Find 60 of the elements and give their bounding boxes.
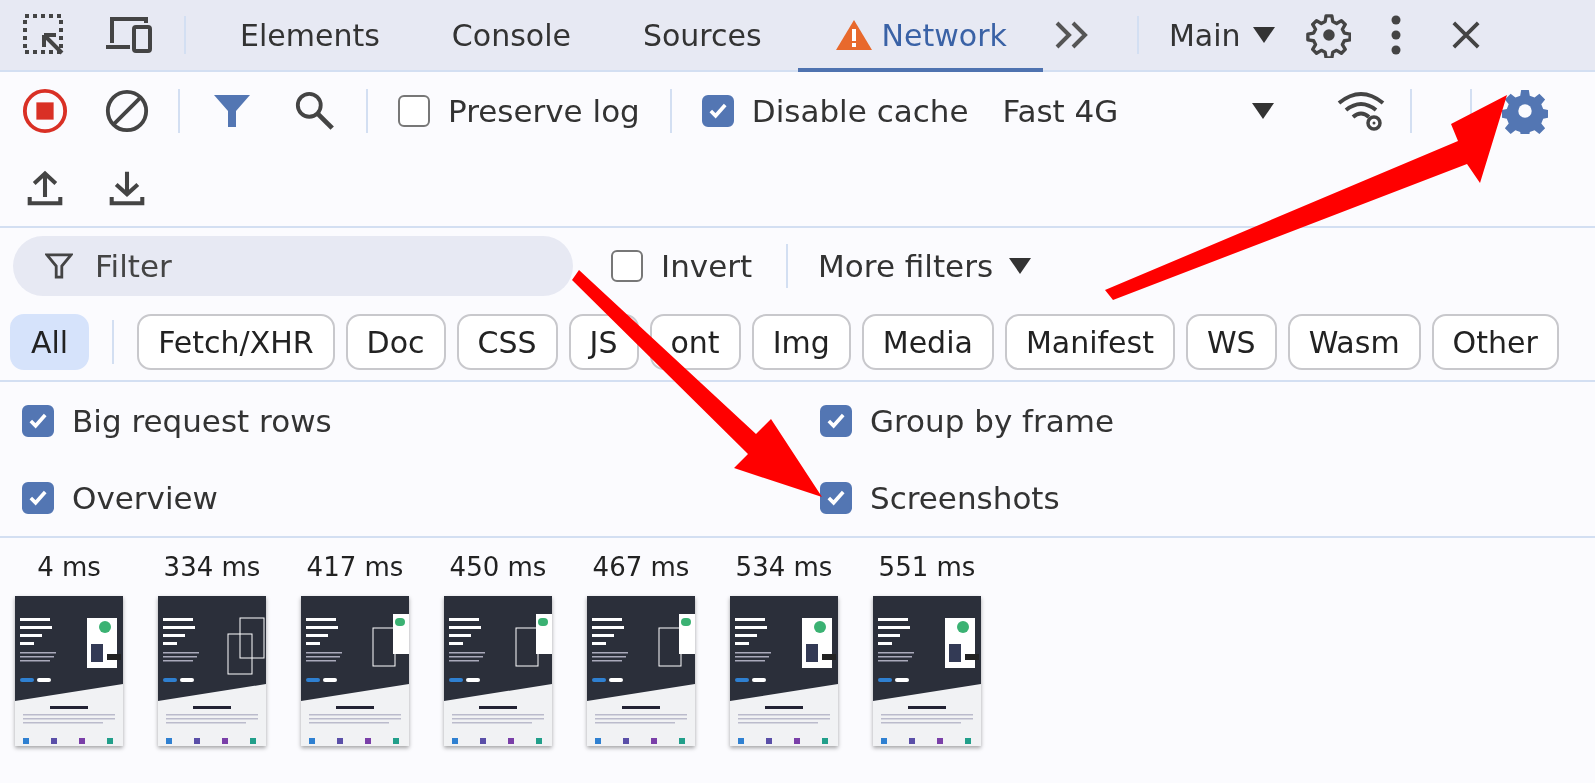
page-screenshot-thumbnail[interactable] <box>873 596 981 746</box>
warning-icon <box>833 18 874 52</box>
page-screenshot-thumbnail[interactable] <box>15 596 123 746</box>
page-screenshot-thumbnail[interactable] <box>730 596 838 746</box>
checkbox-label: Preserve log <box>448 93 640 129</box>
checkbox[interactable] <box>398 95 430 127</box>
page-screenshot-thumbnail[interactable] <box>587 596 695 746</box>
panel-tab[interactable]: Elements <box>204 2 416 72</box>
filter-field[interactable]: Filter <box>13 236 573 296</box>
checkbox-label: Disable cache <box>751 93 969 129</box>
timestamp: 334 ms <box>163 552 261 582</box>
type-filter-chip[interactable]: Doc <box>345 314 446 370</box>
timestamp: 467 ms <box>592 552 690 582</box>
timestamp: 534 ms <box>735 552 833 582</box>
type-filter-chip[interactable]: Wasm <box>1287 314 1421 370</box>
checkbox-label: Screenshots <box>870 479 1060 516</box>
timestamp: 450 ms <box>449 552 547 582</box>
checkbox-label: Group by frame <box>870 402 1115 439</box>
checkbox-label: Big request rows <box>72 402 332 439</box>
upload-icon[interactable] <box>27 169 63 207</box>
settings-icon[interactable] <box>1304 12 1351 58</box>
type-filter-chip[interactable]: WS <box>1185 314 1277 370</box>
type-filter-chip[interactable]: All <box>10 314 90 370</box>
panel-tab[interactable]: Sources <box>606 2 798 72</box>
type-filter-chip[interactable]: CSS <box>456 314 558 370</box>
search-icon[interactable] <box>294 90 336 132</box>
clear-icon[interactable] <box>104 88 150 134</box>
panel-tab[interactable]: Console <box>415 2 607 72</box>
inspect-element-icon[interactable] <box>22 13 66 57</box>
checkbox[interactable] <box>22 404 54 437</box>
page-screenshot-thumbnail[interactable] <box>158 596 266 746</box>
checkbox[interactable] <box>820 404 852 437</box>
more-filters-dropdown[interactable]: More filters <box>818 248 1032 284</box>
throttling-dropdown[interactable]: Fast 4G <box>1002 93 1275 129</box>
network-settings-icon[interactable] <box>1502 88 1549 134</box>
checkbox[interactable] <box>22 481 54 514</box>
close-icon[interactable] <box>1450 20 1481 50</box>
panel-tab[interactable]: Network <box>797 2 1043 72</box>
type-filter-chip[interactable]: Other <box>1431 314 1559 370</box>
checkbox-label: Invert <box>661 248 753 284</box>
page-screenshot-thumbnail[interactable] <box>301 596 409 746</box>
timestamp: 417 ms <box>306 552 404 582</box>
download-icon[interactable] <box>109 169 145 207</box>
type-filter-chip[interactable]: Fetch/XHR <box>137 314 335 370</box>
type-filter-chip[interactable]: Img <box>751 314 851 370</box>
type-filter-chip[interactable]: Media <box>861 314 994 370</box>
filter-icon[interactable] <box>214 93 250 129</box>
filter-icon <box>45 252 73 280</box>
type-filter-chip[interactable]: Manifest <box>1004 314 1175 370</box>
checkbox[interactable] <box>611 250 643 282</box>
wifi-settings-icon[interactable] <box>1336 91 1387 131</box>
checkbox[interactable] <box>701 95 734 127</box>
timestamp: 4 ms <box>37 552 101 582</box>
checkbox-label: Overview <box>72 479 218 516</box>
record-stop-icon[interactable] <box>22 88 68 134</box>
timestamp: 551 ms <box>878 552 976 582</box>
page-screenshot-thumbnail[interactable] <box>444 596 552 746</box>
checkbox[interactable] <box>820 481 852 514</box>
more-options-icon[interactable] <box>1390 15 1401 55</box>
context-dropdown[interactable]: Main <box>1168 17 1275 53</box>
